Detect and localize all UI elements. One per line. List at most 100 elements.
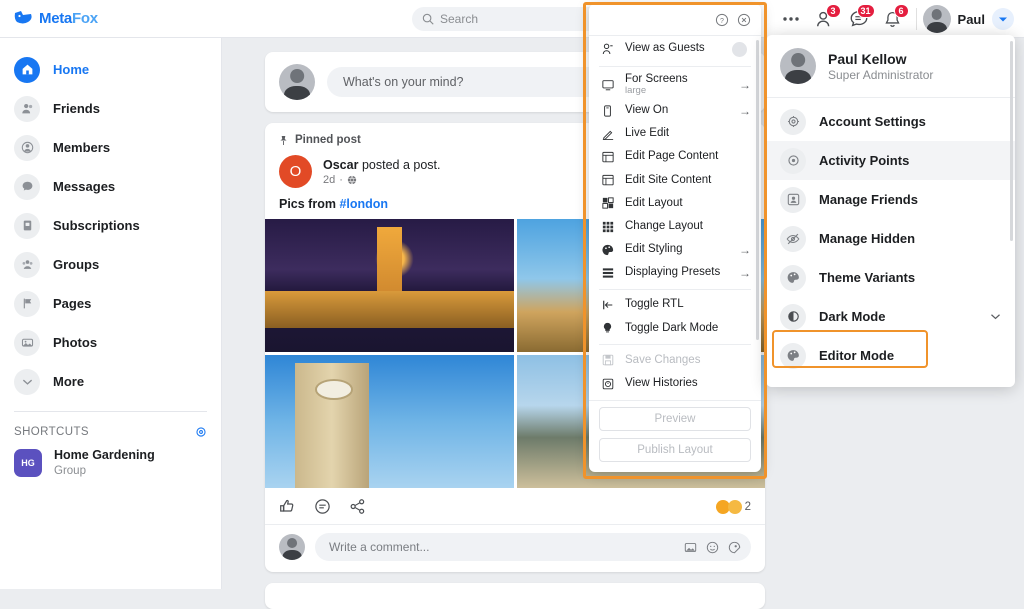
shortcuts-settings-icon[interactable] — [195, 426, 207, 438]
chevron-down-icon[interactable] — [992, 8, 1014, 30]
wow-reaction-icon — [728, 500, 742, 514]
monitor-icon — [601, 79, 614, 92]
menu-item-toggle-rtl[interactable]: Toggle RTL — [589, 294, 761, 317]
menu-item-editor-mode[interactable]: Editor Mode — [766, 336, 1015, 375]
shortcut-type: Group — [54, 464, 155, 478]
sidebar-item-home[interactable]: Home — [0, 50, 221, 89]
palette-icon — [780, 265, 806, 291]
sidebar-item-label: Subscriptions — [53, 218, 140, 233]
preview-button[interactable]: Preview — [599, 407, 751, 431]
avatar[interactable]: O — [279, 155, 312, 188]
chevron-down-icon — [14, 369, 40, 395]
menu-item-view-histories[interactable]: View Histories — [589, 372, 761, 395]
top-bar: MetaFox Search 3 31 6 — [0, 0, 1024, 38]
friend-requests-badge: 3 — [826, 4, 841, 18]
menu-item-live-edit[interactable]: Live Edit — [589, 122, 761, 145]
menu-item-for-screens[interactable]: For Screens large → — [589, 71, 761, 99]
svg-text:?: ? — [720, 17, 724, 24]
menu-item-edit-page-content[interactable]: Edit Page Content — [589, 145, 761, 168]
sidebar-item-label: Members — [53, 140, 110, 155]
sidebar-item-photos[interactable]: Photos — [0, 323, 221, 362]
menu-item-label: Save Changes — [625, 354, 751, 367]
menu-item-label: Dark Mode — [819, 309, 977, 324]
post-time: 2d — [323, 174, 335, 186]
shortcut-item[interactable]: HG Home Gardening Group — [0, 442, 221, 484]
comment-input[interactable]: Write a comment... — [315, 533, 751, 561]
arrow-right-icon: → — [739, 243, 751, 257]
avatar — [780, 48, 816, 84]
post-author-name[interactable]: Oscar — [323, 158, 358, 172]
menu-item-account-settings[interactable]: Account Settings — [766, 102, 1015, 141]
brand-logo[interactable]: MetaFox — [0, 10, 222, 28]
left-sidebar: Home Friends Members Messages Subscripti… — [0, 38, 222, 589]
top-bar-actions: 3 31 6 Paul — [774, 0, 1024, 38]
sidebar-item-members[interactable]: Members — [0, 128, 221, 167]
sidebar-item-more[interactable]: More — [0, 362, 221, 401]
sidebar-item-pages[interactable]: Pages — [0, 284, 221, 323]
more-menu-button[interactable] — [774, 2, 808, 36]
menu-item-displaying-presets[interactable]: Displaying Presets → — [589, 261, 761, 284]
reaction-summary[interactable]: 2 — [716, 500, 751, 514]
close-circle-icon[interactable] — [737, 13, 751, 27]
view-as-guests-toggle[interactable] — [732, 42, 747, 57]
shortcuts-title: SHORTCUTS — [14, 426, 89, 438]
user-menu-button[interactable]: Paul — [923, 5, 1014, 33]
menu-item-label: Activity Points — [819, 153, 1001, 168]
arrow-right-icon: → — [739, 104, 751, 118]
scrollbar[interactable] — [1010, 41, 1013, 241]
post-photo[interactable] — [265, 355, 514, 488]
notifications-button[interactable]: 6 — [876, 2, 910, 36]
emoji-icon[interactable] — [706, 541, 719, 554]
sidebar-item-subscriptions[interactable]: Subscriptions — [0, 206, 221, 245]
friend-requests-button[interactable]: 3 — [808, 2, 842, 36]
scrollbar[interactable] — [756, 40, 759, 340]
reaction-count: 2 — [745, 501, 751, 513]
sidebar-item-friends[interactable]: Friends — [0, 89, 221, 128]
members-icon — [14, 135, 40, 161]
photo-attach-icon[interactable] — [684, 541, 697, 554]
menu-item-dark-mode[interactable]: Dark Mode — [766, 297, 1015, 336]
brand-name: MetaFox — [39, 10, 98, 27]
menu-item-discard-changes[interactable]: Discard Changes — [589, 395, 761, 400]
messages-button[interactable]: 31 — [842, 2, 876, 36]
like-button[interactable] — [279, 498, 296, 515]
post-photo[interactable] — [265, 219, 514, 352]
help-circle-icon[interactable]: ? — [715, 13, 729, 27]
comment-placeholder: Write a comment... — [329, 540, 429, 554]
menu-item-edit-site-content[interactable]: Edit Site Content — [589, 169, 761, 192]
divider — [916, 8, 917, 30]
sidebar-item-groups[interactable]: Groups — [0, 245, 221, 284]
menu-item-edit-styling[interactable]: Edit Styling → — [589, 238, 761, 261]
menu-item-view-on[interactable]: View On → — [589, 99, 761, 122]
user-profile-header[interactable]: Paul Kellow Super Administrator — [766, 35, 1015, 97]
chevron-down-icon[interactable] — [990, 313, 1001, 320]
site-content-icon — [601, 174, 614, 187]
menu-item-manage-friends[interactable]: Manage Friends — [766, 180, 1015, 219]
sticker-icon[interactable] — [728, 541, 741, 554]
menu-item-label-block: For Screens large — [625, 73, 728, 97]
menu-item-label: Toggle RTL — [625, 298, 751, 311]
post-hashtag-link[interactable]: #london — [339, 197, 388, 211]
share-button[interactable] — [349, 498, 366, 515]
editor-panel: ? View as Guests For Screens large → — [589, 4, 761, 472]
menu-item-change-layout[interactable]: Change Layout — [589, 215, 761, 238]
menu-item-manage-hidden[interactable]: Manage Hidden — [766, 219, 1015, 258]
mobile-icon — [601, 104, 614, 117]
brand-name-part1: Meta — [39, 10, 72, 27]
menu-item-activity-points[interactable]: Activity Points — [766, 141, 1015, 180]
menu-item-label: View as Guests — [625, 42, 721, 55]
menu-item-view-as-guests[interactable]: View as Guests — [589, 36, 761, 62]
menu-item-edit-layout[interactable]: Edit Layout — [589, 192, 761, 215]
publish-layout-button[interactable]: Publish Layout — [599, 438, 751, 462]
sidebar-item-messages[interactable]: Messages — [0, 167, 221, 206]
menu-item-label: Edit Layout — [625, 197, 751, 210]
shortcuts-header: SHORTCUTS — [0, 412, 221, 442]
menu-item-label: Live Edit — [625, 127, 751, 140]
menu-item-toggle-dark-mode[interactable]: Toggle Dark Mode — [589, 317, 761, 340]
comment-button[interactable] — [314, 498, 331, 515]
sidebar-item-label: Home — [53, 62, 89, 77]
sidebar-item-label: Messages — [53, 179, 115, 194]
menu-item-theme-variants[interactable]: Theme Variants — [766, 258, 1015, 297]
post-action-text: posted a post. — [362, 158, 441, 172]
menu-item-save-changes: Save Changes — [589, 349, 761, 372]
